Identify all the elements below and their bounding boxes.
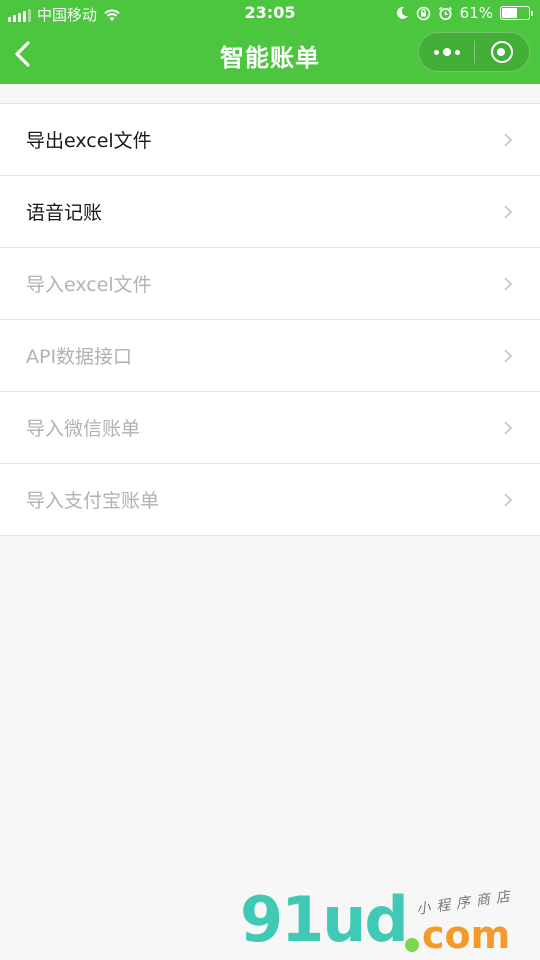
watermark-domain: com <box>422 913 511 957</box>
watermark-logo: 91ud com 小程序商店 <box>240 884 540 960</box>
menu-item-label: 导出excel文件 <box>26 130 152 152</box>
menu-item-import-wechat-bill[interactable]: 导入微信账单 <box>0 392 540 464</box>
alarm-icon <box>438 6 452 20</box>
menu-item-label: 导入微信账单 <box>26 418 141 440</box>
chevron-right-icon <box>504 349 513 363</box>
menu-item-import-excel[interactable]: 导入excel文件 <box>0 248 540 320</box>
moon-icon <box>396 6 408 19</box>
menu-item-api-interface[interactable]: API数据接口 <box>0 320 540 392</box>
watermark-dot <box>405 938 419 952</box>
status-right: 61% <box>395 4 533 22</box>
chevron-right-icon <box>504 277 513 291</box>
chevron-right-icon <box>504 493 513 507</box>
menu-item-label: 导入excel文件 <box>26 274 152 296</box>
nav-bar: 智能账单 <box>0 28 540 84</box>
chevron-right-icon <box>504 421 513 435</box>
status-bar: 中国移动 23:05 61% <box>0 0 540 28</box>
battery-icon <box>500 6 533 20</box>
chevron-right-icon <box>504 133 513 147</box>
menu-item-voice-bookkeeping[interactable]: 语音记账 <box>0 176 540 248</box>
miniapp-capsule <box>418 32 530 72</box>
menu-item-label: API数据接口 <box>26 346 133 368</box>
chevron-right-icon <box>504 205 513 219</box>
menu-item-label: 导入支付宝账单 <box>26 490 160 512</box>
target-icon <box>490 41 513 63</box>
close-miniapp-button[interactable] <box>475 32 529 72</box>
menu-list: 导出excel文件 语音记账 导入excel文件 API数据接口 导入微信账单 … <box>0 103 540 536</box>
watermark-brand: 91ud <box>240 883 409 956</box>
menu-item-export-excel[interactable]: 导出excel文件 <box>0 104 540 176</box>
app-header: 中国移动 23:05 61% 智能账单 <box>0 0 540 84</box>
battery-level <box>502 8 518 18</box>
menu-item-label: 语音记账 <box>26 202 103 224</box>
more-button[interactable] <box>419 32 474 72</box>
more-dots-icon <box>433 49 439 55</box>
orientation-lock-icon <box>416 6 430 20</box>
menu-item-import-alipay-bill[interactable]: 导入支付宝账单 <box>0 464 540 536</box>
battery-percent: 61% <box>459 4 493 22</box>
